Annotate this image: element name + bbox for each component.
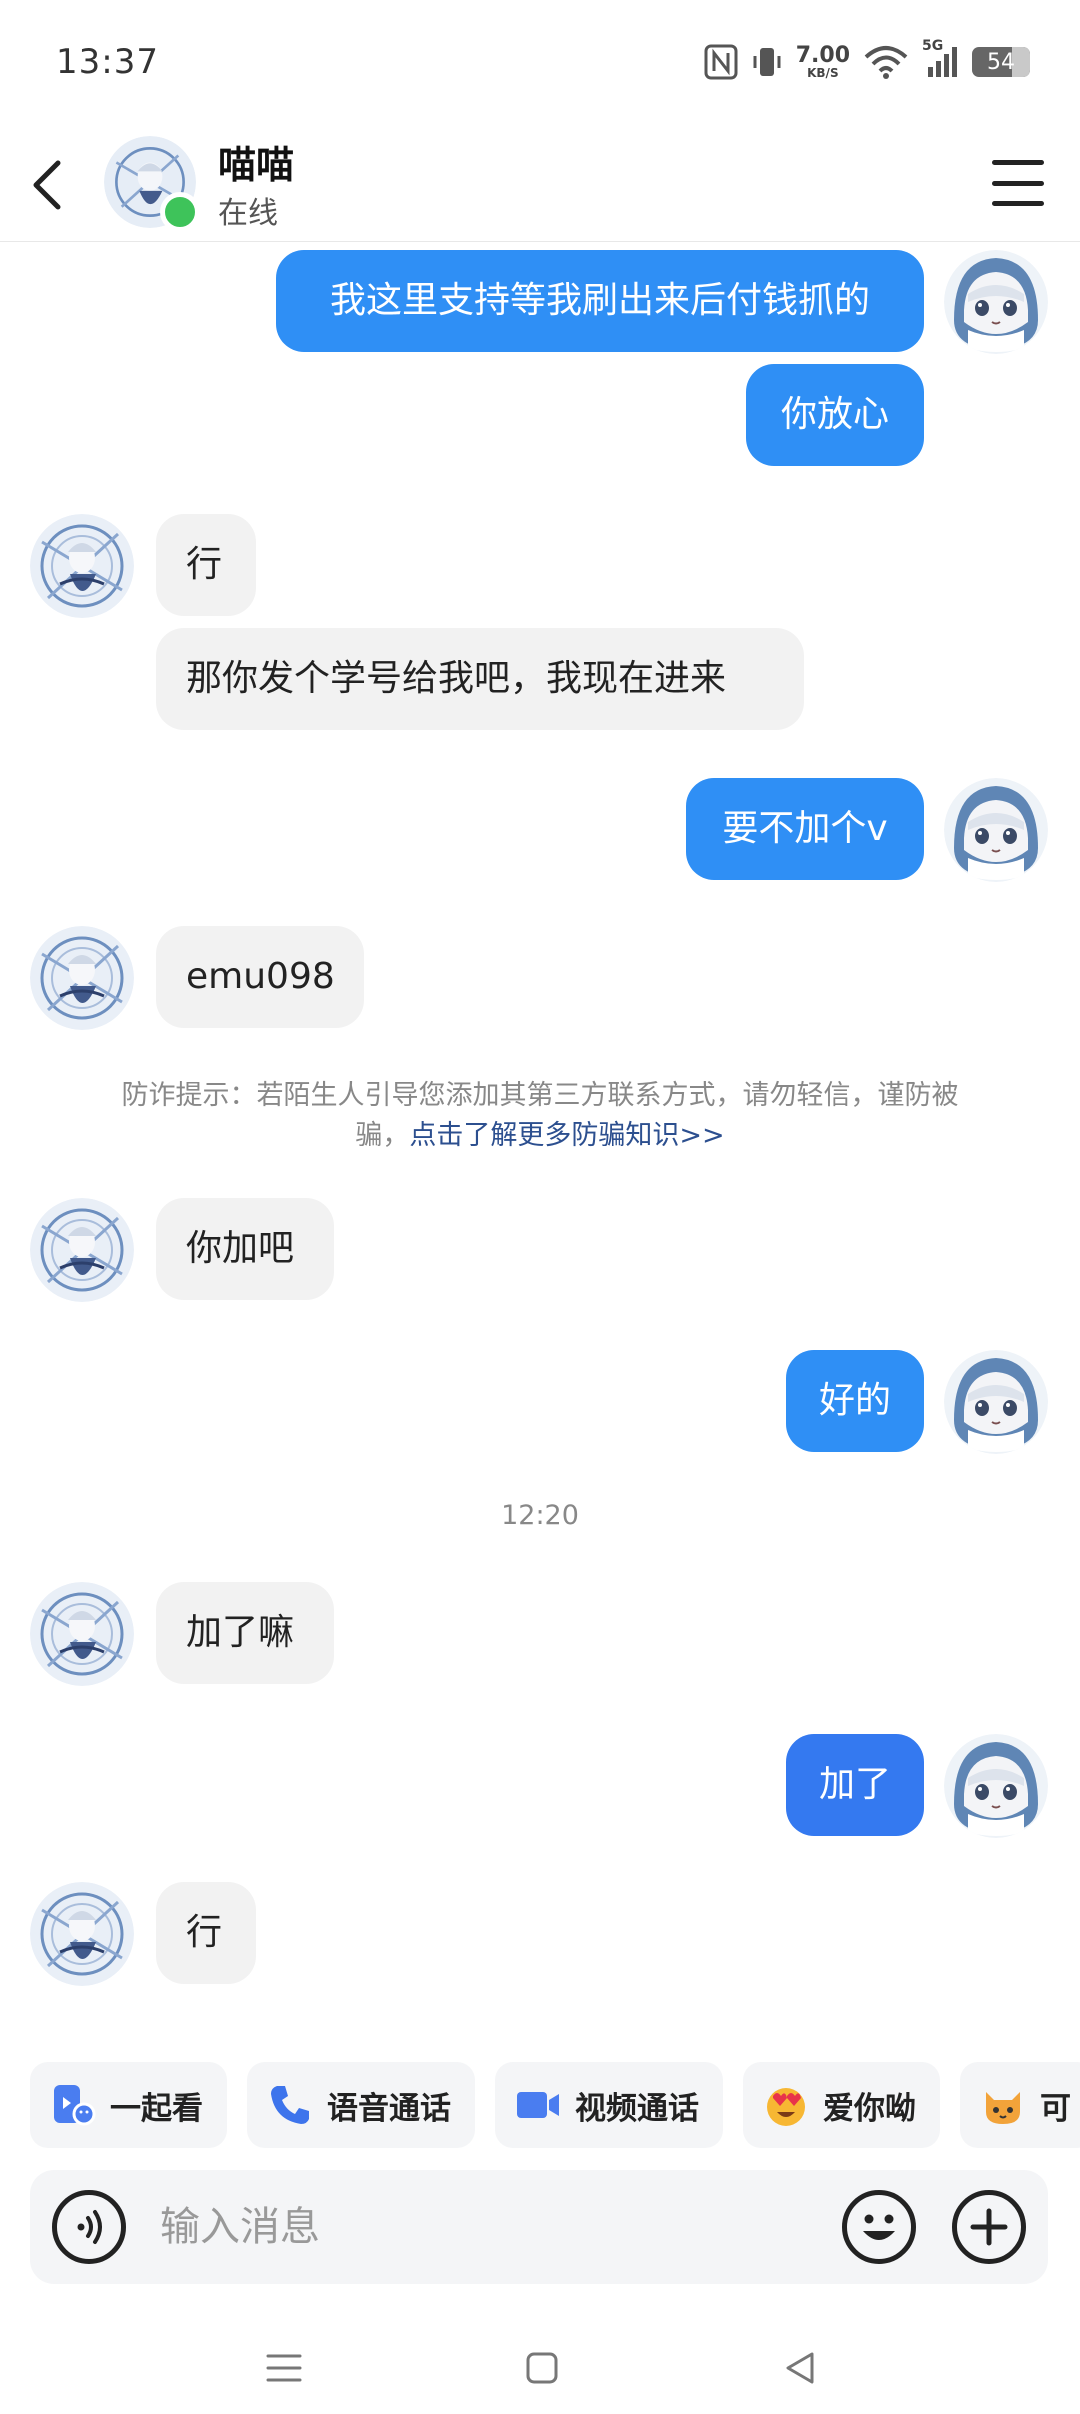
wifi-icon: [864, 42, 908, 82]
message-bubble-outgoing[interactable]: 你放心: [746, 364, 924, 466]
anti-fraud-link[interactable]: 点击了解更多防骗知识>>: [409, 1120, 724, 1151]
chat-screen: 13:37 7.00 KB/S 5G 54 喵喵 在线 我这里支持等我刷出来后付…: [0, 0, 1080, 2414]
network-type: 5G: [922, 38, 944, 54]
triangle-back-icon: [786, 2352, 814, 2384]
quick-action-voice-call[interactable]: 语音通话: [247, 2062, 475, 2148]
quick-action-label: 一起看: [110, 2090, 203, 2127]
quick-action-love-you[interactable]: 爱你呦: [743, 2062, 940, 2148]
message-bubble-incoming[interactable]: 那你发个学号给我吧，我现在进来: [156, 628, 804, 730]
message-bubble-incoming[interactable]: 行: [156, 1882, 256, 1984]
cell-signal-icon: 5G: [922, 38, 958, 82]
message-input[interactable]: [160, 2190, 840, 2264]
contact-status: 在线: [218, 196, 278, 231]
chat-area: 我这里支持等我刷出来后付钱抓的 你放心 行 那你发个学号给我吧，我现在进来 要不…: [0, 0, 1080, 2414]
video-camera-icon: [515, 2082, 561, 2128]
home-button[interactable]: [512, 2338, 572, 2398]
cat-emoji-icon: [980, 2082, 1026, 2128]
online-status-dot: [160, 192, 200, 232]
back-button[interactable]: [18, 152, 78, 218]
phone-icon: [267, 2082, 313, 2128]
quick-action-video-call[interactable]: 视频通话: [495, 2062, 723, 2148]
quick-action-label: 语音通话: [327, 2090, 451, 2127]
contact-avatar[interactable]: [104, 136, 200, 232]
voice-wave-icon: [77, 2210, 102, 2244]
self-avatar[interactable]: [944, 1734, 1048, 1838]
more-options-button[interactable]: [952, 2190, 1026, 2264]
status-icons: 7.00 KB/S 5G 54: [704, 38, 1030, 84]
recents-button[interactable]: [254, 2338, 314, 2398]
quick-action-label: 视频通话: [575, 2090, 699, 2127]
warning-text: 防诈提示：若陌生人引导您添加其第三方联系方式，请勿轻信，谨防被骗，: [121, 1080, 959, 1151]
self-avatar[interactable]: [944, 250, 1048, 354]
self-avatar[interactable]: [944, 1350, 1048, 1454]
contact-name: 喵喵: [218, 143, 295, 187]
contact-avatar[interactable]: [30, 1882, 134, 1986]
self-avatar[interactable]: [944, 778, 1048, 882]
contact-avatar[interactable]: [30, 514, 134, 618]
anti-fraud-warning: 防诈提示：若陌生人引导您添加其第三方联系方式，请勿轻信，谨防被骗，点击了解更多防…: [100, 1076, 980, 1156]
message-bubble-outgoing[interactable]: 要不加个v: [686, 778, 924, 880]
quick-action-cute[interactable]: 可: [960, 2062, 1080, 2148]
quick-actions-bar: 一起看 语音通话 视频通话 爱你呦 可: [30, 2062, 1080, 2148]
quick-action-watch-together[interactable]: 一起看: [30, 2062, 227, 2148]
emoji-button[interactable]: [842, 2190, 916, 2264]
message-bubble-outgoing[interactable]: 好的: [786, 1350, 924, 1452]
message-timestamp: 12:20: [501, 1500, 579, 1531]
contact-avatar[interactable]: [30, 1198, 134, 1302]
watch-together-icon: [50, 2082, 96, 2128]
contact-avatar[interactable]: [30, 1582, 134, 1686]
nfc-icon: [704, 42, 738, 82]
heart-eyes-emoji-icon: [763, 2082, 809, 2128]
quick-action-label: 可: [1040, 2090, 1071, 2127]
back-nav-button[interactable]: [770, 2338, 830, 2398]
network-speed: 7.00 KB/S: [795, 43, 850, 80]
menu-lines-icon: [266, 2354, 302, 2382]
status-bar: 13:37 7.00 KB/S 5G 54: [0, 0, 1080, 128]
message-bubble-outgoing[interactable]: 我这里支持等我刷出来后付钱抓的: [276, 250, 924, 352]
menu-button[interactable]: [992, 160, 1044, 206]
quick-action-label: 爱你呦: [823, 2090, 916, 2127]
message-bubble-incoming[interactable]: 加了嘛: [156, 1582, 334, 1684]
hamburger-icon: [992, 160, 1044, 165]
message-bubble-incoming[interactable]: emu098: [156, 926, 364, 1028]
plus-icon: [970, 2208, 1008, 2246]
status-time: 13:37: [56, 42, 159, 82]
chat-header: 喵喵 在线: [0, 128, 1080, 242]
chevron-left-icon: [33, 160, 61, 210]
smiley-icon: [863, 2214, 895, 2240]
message-bubble-outgoing[interactable]: 加了: [786, 1734, 924, 1836]
system-navigation-bar: [0, 2310, 1080, 2414]
battery-indicator: 54: [972, 47, 1030, 77]
message-bubble-incoming[interactable]: 你加吧: [156, 1198, 334, 1300]
vibrate-icon: [752, 42, 782, 82]
message-input-bar: [30, 2170, 1048, 2284]
message-bubble-incoming[interactable]: 行: [156, 514, 256, 616]
voice-input-button[interactable]: [52, 2190, 126, 2264]
square-icon: [526, 2352, 558, 2384]
contact-avatar[interactable]: [30, 926, 134, 1030]
